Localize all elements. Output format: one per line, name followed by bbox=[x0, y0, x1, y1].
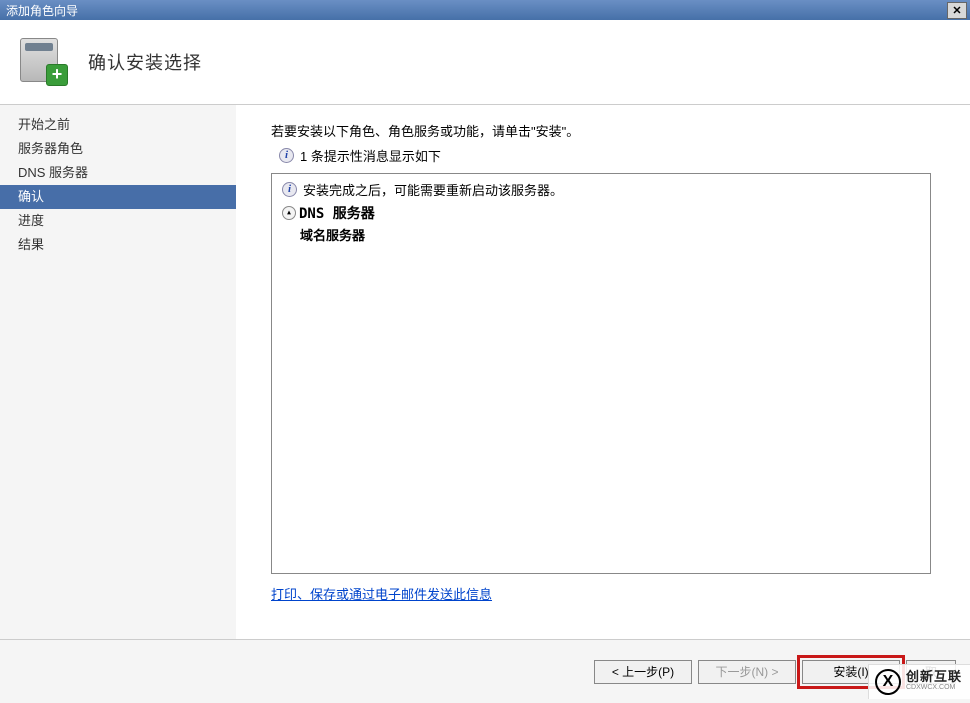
watermark-url: CDXWCX.COM bbox=[906, 682, 962, 693]
collapse-icon[interactable]: ▴ bbox=[282, 206, 296, 220]
next-button: 下一步(N) > bbox=[698, 660, 796, 684]
export-link-row: 打印、保存或通过电子邮件发送此信息 bbox=[271, 584, 950, 603]
previous-button[interactable]: < 上一步(P) bbox=[594, 660, 692, 684]
title-bar: 添加角色向导 ✕ bbox=[0, 0, 970, 20]
plus-icon: + bbox=[46, 64, 68, 86]
sidebar-item-server-roles[interactable]: 服务器角色 bbox=[0, 137, 236, 161]
role-service: 域名服务器 bbox=[282, 225, 920, 244]
close-button[interactable]: ✕ bbox=[947, 2, 967, 19]
sidebar-item-results[interactable]: 结果 bbox=[0, 233, 236, 257]
window-title: 添加角色向导 bbox=[6, 2, 947, 19]
info-message-count: 1 条提示性消息显示如下 bbox=[300, 146, 441, 165]
info-message-summary: i 1 条提示性消息显示如下 bbox=[271, 146, 950, 165]
sidebar-item-confirmation[interactable]: 确认 bbox=[0, 185, 236, 209]
wizard-header: + 确认安装选择 bbox=[0, 20, 970, 105]
watermark-logo-icon: X bbox=[875, 669, 901, 695]
info-icon: i bbox=[282, 182, 297, 197]
watermark-text: 创新互联 CDXWCX.COM bbox=[906, 671, 962, 693]
sidebar-item-progress[interactable]: 进度 bbox=[0, 209, 236, 233]
page-title: 确认安装选择 bbox=[88, 49, 202, 75]
role-row: ▴ DNS 服务器 bbox=[282, 203, 920, 223]
main-panel: 若要安装以下角色、角色服务或功能，请单击"安装"。 i 1 条提示性消息显示如下… bbox=[237, 105, 970, 639]
wizard-icon: + bbox=[20, 38, 68, 86]
info-icon: i bbox=[279, 148, 294, 163]
details-box: i 安装完成之后，可能需要重新启动该服务器。 ▴ DNS 服务器 域名服务器 bbox=[271, 173, 931, 574]
restart-note: 安装完成之后，可能需要重新启动该服务器。 bbox=[303, 180, 563, 199]
sidebar-item-dns-server[interactable]: DNS 服务器 bbox=[0, 161, 236, 185]
restart-note-row: i 安装完成之后，可能需要重新启动该服务器。 bbox=[282, 180, 920, 199]
wizard-footer: < 上一步(P) 下一步(N) > 安装(I) 取 bbox=[0, 639, 970, 703]
watermark: X 创新互联 CDXWCX.COM bbox=[868, 664, 970, 699]
watermark-brand: 创新互联 bbox=[906, 671, 962, 682]
export-info-link[interactable]: 打印、保存或通过电子邮件发送此信息 bbox=[271, 587, 492, 602]
role-name: DNS 服务器 bbox=[299, 203, 375, 223]
wizard-sidebar: 开始之前 服务器角色 DNS 服务器 确认 进度 结果 bbox=[0, 105, 237, 639]
wizard-body: 开始之前 服务器角色 DNS 服务器 确认 进度 结果 若要安装以下角色、角色服… bbox=[0, 105, 970, 639]
sidebar-item-before-you-begin[interactable]: 开始之前 bbox=[0, 113, 236, 137]
intro-text: 若要安装以下角色、角色服务或功能，请单击"安装"。 bbox=[271, 121, 950, 140]
